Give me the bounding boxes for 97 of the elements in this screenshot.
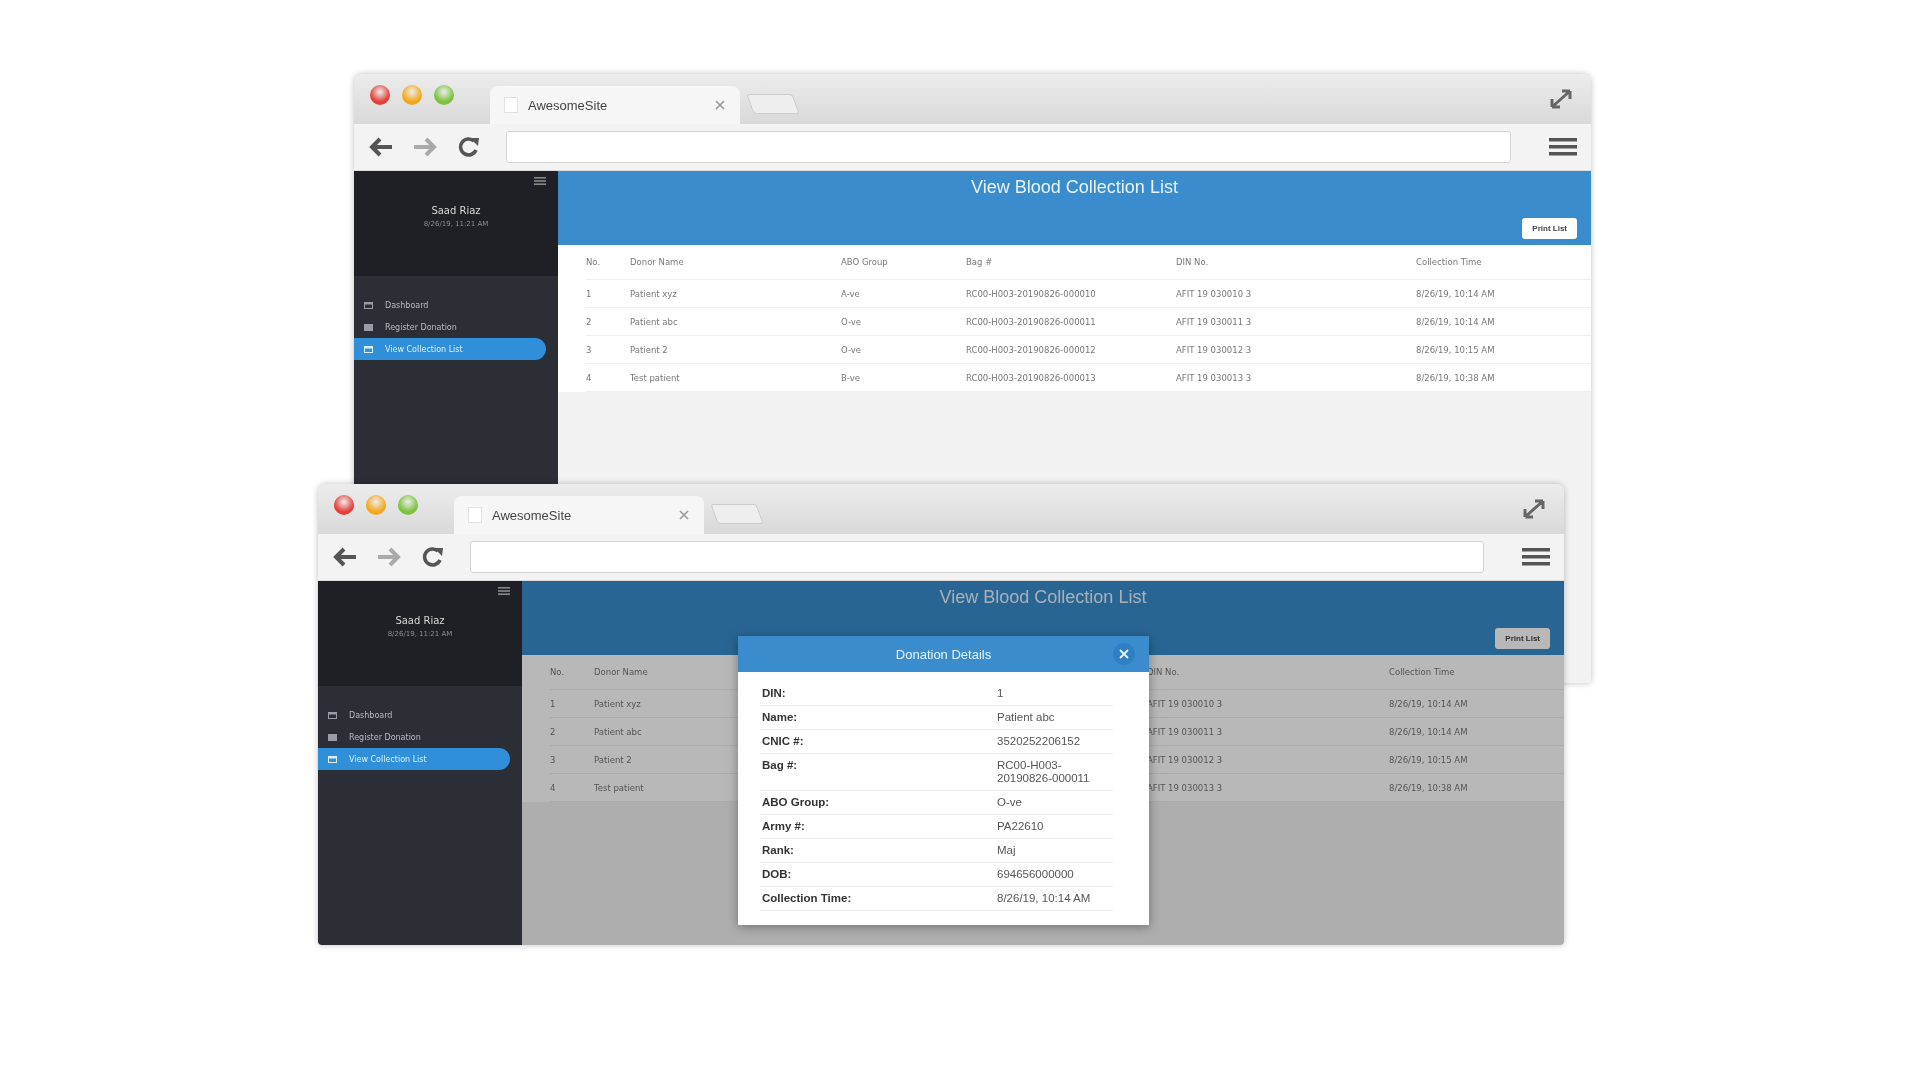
table-cell: 8/26/19, 10:14 AM — [1389, 718, 1564, 746]
field-label: Bag #: — [760, 754, 995, 791]
table-cell: AFIT 19 030010 3 — [1176, 280, 1416, 308]
close-icon[interactable] — [678, 509, 690, 521]
table-cell: RC00-H003-20190826-000012 — [966, 336, 1176, 364]
print-button[interactable]: Print List — [1495, 628, 1550, 649]
field-value: 3520252206152 — [995, 730, 1113, 754]
table-cell: O-ve — [841, 336, 966, 364]
sidebar-item[interactable]: Register Donation — [354, 316, 546, 338]
field-value: Maj — [995, 839, 1113, 863]
column-header: Collection Time — [1416, 245, 1591, 280]
column-header: No. — [550, 655, 594, 690]
table-cell: 8/26/19, 10:14 AM — [1416, 280, 1591, 308]
table-cell: Patient abc — [630, 308, 841, 336]
field-value: 694656000000 — [995, 863, 1113, 887]
table-cell: AFIT 19 030011 3 — [1176, 308, 1416, 336]
table-cell: RC00-H003-20190826-000013 — [966, 364, 1176, 392]
table-cell: AFIT 19 030013 3 — [1176, 364, 1416, 392]
table-cell: 1 — [550, 690, 594, 718]
user-name: Saad Riaz — [431, 205, 481, 216]
field-label: DOB: — [760, 863, 995, 887]
table-cell: AFIT 19 030012 3 — [1176, 336, 1416, 364]
table-cell: 1 — [586, 280, 630, 308]
reload-icon[interactable] — [456, 135, 482, 159]
page-title: View Blood Collection List — [971, 177, 1178, 198]
card-icon — [364, 301, 373, 309]
close-button[interactable] — [1113, 643, 1135, 665]
column-header: ABO Group — [841, 245, 966, 280]
field-label: Rank: — [760, 839, 995, 863]
column-header: DIN No. — [1176, 245, 1416, 280]
menu-icon[interactable] — [1549, 137, 1577, 157]
field-value: 1 — [995, 682, 1113, 706]
column-header: No. — [586, 245, 630, 280]
table-cell: A-ve — [841, 280, 966, 308]
table-cell: 8/26/19, 10:38 AM — [1416, 364, 1591, 392]
maximize-button[interactable] — [398, 495, 418, 515]
forward-arrow-icon[interactable] — [376, 547, 402, 567]
field-label: Collection Time: — [760, 887, 995, 911]
card-icon — [328, 733, 337, 741]
table-cell: RC00-H003-20190826-000011 — [966, 308, 1176, 336]
user-name: Saad Riaz — [395, 615, 445, 626]
table-cell: 2 — [586, 308, 630, 336]
card-icon — [328, 755, 337, 763]
table-cell: 8/26/19, 10:15 AM — [1416, 336, 1591, 364]
table-cell: 3 — [586, 336, 630, 364]
table-cell: B-ve — [841, 364, 966, 392]
table-cell: 4 — [586, 364, 630, 392]
table-cell: 3 — [550, 746, 594, 774]
field-value: RC00-H003-20190826-000011 — [995, 754, 1113, 791]
sidebar-item[interactable]: Register Donation — [318, 726, 510, 748]
column-header: Donor Name — [630, 245, 841, 280]
field-label: Army #: — [760, 815, 995, 839]
close-button[interactable] — [370, 85, 390, 105]
back-arrow-icon[interactable] — [368, 137, 394, 157]
sidebar-item[interactable]: Dashboard — [354, 294, 546, 316]
card-icon — [364, 345, 373, 353]
back-arrow-icon[interactable] — [332, 547, 358, 567]
field-value: O-ve — [995, 791, 1113, 815]
card-icon — [364, 323, 373, 331]
field-label: ABO Group: — [760, 791, 995, 815]
forward-arrow-icon[interactable] — [412, 137, 438, 157]
close-icon — [1119, 649, 1129, 659]
reload-icon[interactable] — [420, 545, 446, 569]
print-button[interactable]: Print List — [1522, 218, 1577, 239]
table-cell: Patient xyz — [630, 280, 841, 308]
table-cell: 8/26/19, 10:38 AM — [1389, 774, 1564, 802]
table-cell: O-ve — [841, 308, 966, 336]
field-label: DIN: — [760, 682, 995, 706]
browser-tab[interactable]: AwesomeSite — [490, 86, 740, 124]
browser-tab[interactable]: AwesomeSite — [454, 496, 704, 534]
page-title: View Blood Collection List — [939, 587, 1147, 608]
menu-icon[interactable] — [1522, 547, 1550, 567]
field-label: CNIC #: — [760, 730, 995, 754]
table-cell: 8/26/19, 10:14 AM — [1389, 690, 1564, 718]
expand-icon[interactable] — [1549, 88, 1573, 110]
table-cell: RC00-H003-20190826-000010 — [966, 280, 1176, 308]
table-cell: 8/26/19, 10:15 AM — [1389, 746, 1564, 774]
field-value: Patient abc — [995, 706, 1113, 730]
field-value: PA22610 — [995, 815, 1113, 839]
page-icon — [504, 97, 518, 113]
table-cell: Test patient — [630, 364, 841, 392]
close-button[interactable] — [334, 495, 354, 515]
column-header: Bag # — [966, 245, 1176, 280]
close-icon[interactable] — [714, 99, 726, 111]
field-value: 8/26/19, 10:14 AM — [995, 887, 1113, 911]
table-cell: 4 — [550, 774, 594, 802]
menu-icon[interactable] — [498, 587, 510, 595]
field-label: Name: — [760, 706, 995, 730]
menu-icon[interactable] — [534, 177, 546, 185]
table-cell: 8/26/19, 10:14 AM — [1416, 308, 1591, 336]
table-cell: Patient 2 — [630, 336, 841, 364]
maximize-button[interactable] — [434, 85, 454, 105]
sidebar-item[interactable]: Dashboard — [318, 704, 510, 726]
expand-icon[interactable] — [1522, 498, 1546, 520]
table-cell: 2 — [550, 718, 594, 746]
page-icon — [468, 507, 482, 523]
card-icon — [328, 711, 337, 719]
